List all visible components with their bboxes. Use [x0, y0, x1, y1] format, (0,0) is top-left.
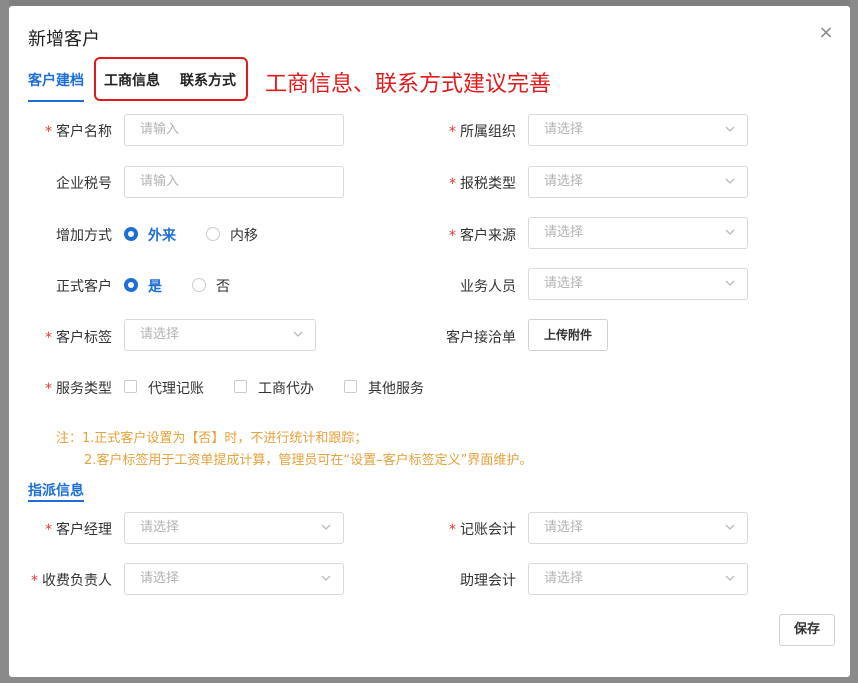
chevron-down-icon	[725, 575, 735, 581]
manager-placeholder: 请选择	[140, 520, 180, 535]
fee-owner-label: * 收费负责人	[31, 573, 112, 589]
tab-customer-profile[interactable]: 客户建档	[28, 70, 84, 90]
tax-no-input[interactable]: 请输入	[124, 166, 344, 198]
customer-name-label: * 客户名称	[45, 124, 112, 140]
fee-owner-placeholder: 请选择	[140, 571, 180, 586]
annotation-text: 工商信息、联系方式建议完善	[265, 72, 552, 97]
formal-yes-radio[interactable]	[124, 278, 138, 292]
salesperson-select[interactable]: 请选择	[528, 268, 748, 300]
chevron-down-icon	[725, 229, 735, 235]
tax-type-select[interactable]: 请选择	[528, 166, 748, 198]
service-registration-label[interactable]: 工商代办	[258, 378, 314, 398]
chevron-down-icon	[725, 178, 735, 184]
annotation-highlight-box	[94, 57, 248, 101]
chevron-down-icon	[321, 575, 331, 581]
tax-type-placeholder: 请选择	[544, 174, 584, 189]
chevron-down-icon	[321, 524, 331, 530]
customer-name-input[interactable]: 请输入	[124, 114, 344, 146]
tags-select[interactable]: 请选择	[124, 319, 316, 351]
add-method-internal-label[interactable]: 内移	[230, 225, 258, 245]
manager-select[interactable]: 请选择	[124, 512, 344, 544]
upload-attachment-button[interactable]: 上传附件	[528, 319, 608, 351]
contract-label: 客户接洽单	[446, 330, 516, 346]
assistant-select[interactable]: 请选择	[528, 563, 748, 595]
add-method-external-radio[interactable]	[124, 227, 138, 241]
accountant-placeholder: 请选择	[544, 520, 584, 535]
fee-owner-select[interactable]: 请选择	[124, 563, 344, 595]
add-method-external-label[interactable]: 外来	[148, 225, 176, 245]
assign-section-underline	[28, 500, 84, 502]
formal-label: 正式客户	[56, 279, 112, 295]
formal-no-label[interactable]: 否	[216, 276, 230, 296]
source-placeholder: 请选择	[544, 225, 584, 240]
assign-section-title: 指派信息	[28, 483, 84, 499]
org-label: * 所属组织	[449, 124, 516, 140]
chevron-down-icon	[293, 331, 303, 337]
accountant-select[interactable]: 请选择	[528, 512, 748, 544]
dialog-title: 新增客户	[28, 29, 100, 50]
service-type-label: * 服务类型	[45, 381, 112, 397]
formal-yes-label[interactable]: 是	[148, 276, 162, 296]
add-customer-dialog: 新增客户 × 客户建档 工商信息 联系方式 工商信息、联系方式建议完善 * 客户名…	[9, 6, 850, 677]
close-icon[interactable]: ×	[817, 24, 835, 42]
tags-placeholder: 请选择	[140, 327, 180, 342]
save-button[interactable]: 保存	[779, 614, 835, 646]
tags-label: * 客户标签	[45, 330, 112, 346]
org-placeholder: 请选择	[544, 122, 584, 137]
manager-label: * 客户经理	[45, 522, 112, 538]
salesperson-label: 业务人员	[460, 279, 516, 295]
chevron-down-icon	[725, 126, 735, 132]
service-other-label[interactable]: 其他服务	[368, 378, 424, 398]
tax-type-label: * 报税类型	[449, 176, 516, 192]
background-right-edge	[850, 0, 858, 683]
accountant-label: * 记账会计	[449, 522, 516, 538]
note-line-1: 注：1.正式客户设置为【否】时，不进行统计和跟踪；	[56, 431, 368, 446]
org-select[interactable]: 请选择	[528, 114, 748, 146]
tax-no-label: 企业税号	[56, 176, 112, 192]
formal-no-radio[interactable]	[192, 278, 206, 292]
add-method-internal-radio[interactable]	[206, 227, 220, 241]
salesperson-placeholder: 请选择	[544, 276, 584, 291]
chevron-down-icon	[725, 524, 735, 530]
source-select[interactable]: 请选择	[528, 217, 748, 249]
assistant-label: 助理会计	[460, 573, 516, 589]
service-registration-checkbox[interactable]	[234, 380, 247, 393]
assistant-placeholder: 请选择	[544, 571, 584, 586]
service-bookkeeping-label[interactable]: 代理记账	[148, 378, 204, 398]
tab-active-underline	[28, 100, 84, 102]
service-bookkeeping-checkbox[interactable]	[124, 380, 137, 393]
background-left-edge	[0, 0, 9, 683]
source-label: * 客户来源	[449, 228, 516, 244]
note-line-2: 2.客户标签用于工资单提成计算，管理员可在“设置–客户标签定义”界面维护。	[84, 453, 533, 468]
service-other-checkbox[interactable]	[344, 380, 357, 393]
chevron-down-icon	[725, 280, 735, 286]
add-method-label: 增加方式	[56, 228, 112, 244]
